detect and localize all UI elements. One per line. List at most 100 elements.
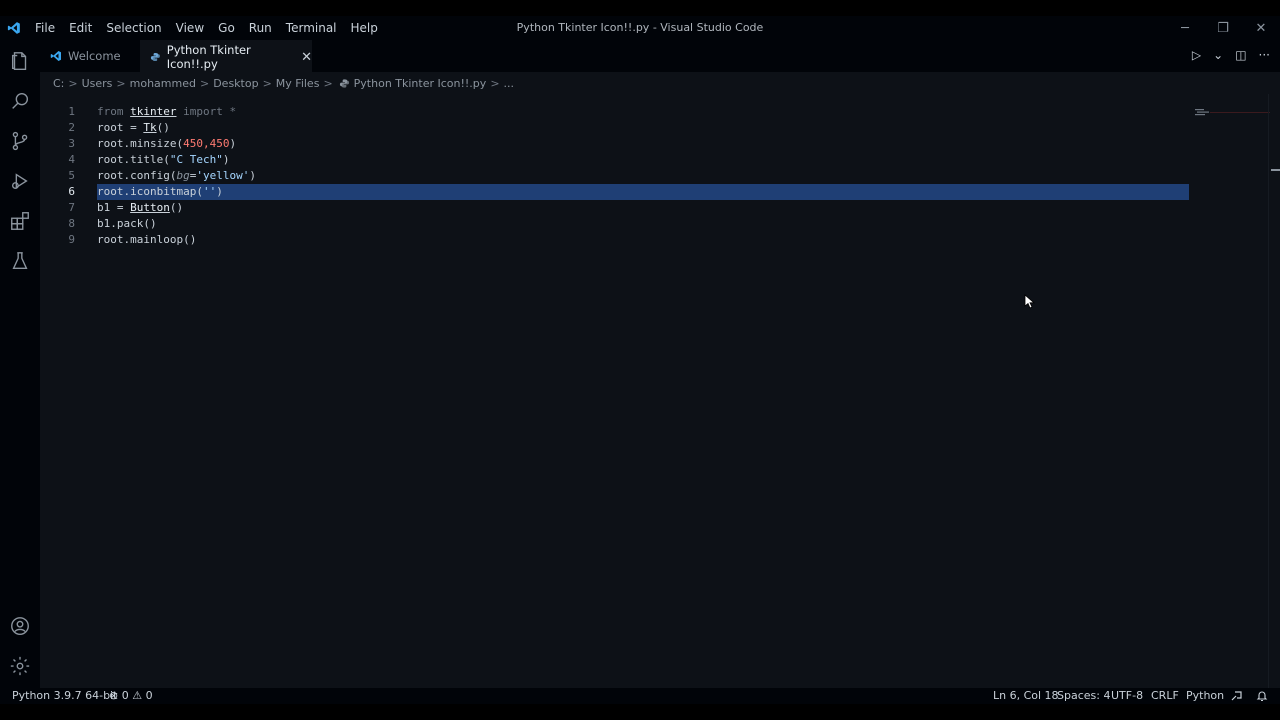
tab-label: Welcome <box>68 49 121 63</box>
warning-count: 0 <box>145 689 153 702</box>
code-token: () <box>156 121 170 134</box>
code-token: root.mainloop() <box>97 233 197 246</box>
breadcrumb-desktop[interactable]: Desktop <box>213 77 258 90</box>
code-line[interactable]: 7 b1 = Button() <box>40 200 1190 216</box>
vertical-scrollbar[interactable] <box>1268 94 1280 688</box>
breadcrumb-drive[interactable]: C: <box>53 77 64 90</box>
code-line[interactable]: 5 root.config(bg='yellow') <box>40 168 1190 184</box>
code-line[interactable]: 4 root.title("C Tech") <box>40 152 1190 168</box>
code-token: tkinter <box>130 105 177 118</box>
title-bar: File Edit Selection View Go Run Terminal… <box>0 16 1280 40</box>
code-token: root.iconbitmap( <box>97 185 203 198</box>
breadcrumb-file[interactable]: Python Tkinter Icon!!.py <box>354 77 487 90</box>
code-line[interactable]: 2 root = Tk() <box>40 120 1190 136</box>
line-number: 9 <box>68 233 75 246</box>
line-code: root.minsize(450,450) <box>97 136 236 152</box>
error-icon: ⊗ <box>109 689 119 702</box>
settings-gear-icon[interactable] <box>8 654 32 678</box>
restore-button[interactable]: ❐ <box>1204 16 1242 40</box>
activity-bar <box>0 40 40 688</box>
scroll-position-marker <box>1271 169 1280 171</box>
error-count: 0 <box>121 689 129 702</box>
vscode-logo-icon <box>7 22 20 34</box>
vscode-window: File Edit Selection View Go Run Terminal… <box>0 16 1280 704</box>
breadcrumb: C: > Users > mohammed > Desktop > My Fil… <box>40 72 1280 94</box>
line-code: b1.pack() <box>97 216 157 232</box>
code-token: import * <box>176 105 237 118</box>
run-dropdown-icon[interactable]: ⌄ <box>1213 48 1223 62</box>
code-line[interactable]: 1 from tkinter import * <box>40 104 1190 120</box>
python-interpreter[interactable]: Python 3.9.7 64-bit <box>12 688 117 704</box>
extensions-icon[interactable] <box>8 209 32 233</box>
code-editor[interactable]: 1 from tkinter import * 2 root = Tk() 3 root.… <box>40 94 1280 688</box>
code-line[interactable]: 9 root.mainloop() <box>40 232 1190 248</box>
language-mode[interactable]: Python <box>1186 688 1224 704</box>
selection-highlight <box>97 184 1189 200</box>
breadcrumb-symbols[interactable]: ... <box>504 77 515 90</box>
problems-indicator[interactable]: ⊗ 0 ⚠ 0 <box>109 688 153 704</box>
code-token: ) <box>216 185 223 198</box>
editor-actions: ▷ ⌄ ◫ ··· <box>1192 48 1270 62</box>
line-number: 4 <box>68 153 75 166</box>
tab-python-file[interactable]: Python Tkinter Icon!!.py ✕ <box>140 40 312 73</box>
code-line[interactable]: 8 b1.pack() <box>40 216 1190 232</box>
menu-file[interactable]: File <box>28 16 62 40</box>
explorer-icon[interactable] <box>8 49 32 73</box>
menu-selection[interactable]: Selection <box>99 16 168 40</box>
minimap-icon <box>1195 109 1209 116</box>
menu-edit[interactable]: Edit <box>62 16 99 40</box>
code-token: "C Tech" <box>169 153 223 166</box>
more-actions-icon[interactable]: ··· <box>1259 48 1270 62</box>
code-token: ) <box>249 169 256 182</box>
menu-help[interactable]: Help <box>344 16 385 40</box>
breadcrumb-separator: > <box>68 76 78 90</box>
line-number: 3 <box>68 137 75 150</box>
menu-run[interactable]: Run <box>242 16 279 40</box>
line-endings[interactable]: CRLF <box>1151 688 1179 704</box>
breadcrumb-separator: > <box>323 76 333 90</box>
breadcrumb-users[interactable]: Users <box>82 77 113 90</box>
line-number: 8 <box>68 217 75 230</box>
line-code: root.title("C Tech") <box>97 152 229 168</box>
search-icon[interactable] <box>8 89 32 113</box>
code-token: b1.pack() <box>97 217 157 230</box>
code-token: '' <box>202 185 217 198</box>
line-number: 6 <box>68 185 75 198</box>
python-file-icon <box>150 52 160 62</box>
python-file-icon <box>339 78 349 88</box>
menu-view[interactable]: View <box>169 16 211 40</box>
notifications-bell-icon[interactable] <box>1256 690 1268 702</box>
status-bar: Python 3.9.7 64-bit ⊗ 0 ⚠ 0 Ln 6, Col 18… <box>0 688 1280 704</box>
line-code: from tkinter import * <box>97 104 236 120</box>
testing-icon[interactable] <box>8 249 32 273</box>
code-token: () <box>169 201 184 214</box>
code-token: root.minsize( <box>97 137 184 150</box>
accounts-icon[interactable] <box>8 614 32 638</box>
code-line[interactable]: 6 root.iconbitmap('') <box>40 184 1190 200</box>
file-encoding[interactable]: UTF-8 <box>1111 688 1143 704</box>
vscode-tab-icon <box>50 51 61 61</box>
code-token: 450,450 <box>183 137 230 150</box>
indentation[interactable]: Spaces: 4 <box>1057 688 1110 704</box>
breadcrumb-user[interactable]: mohammed <box>130 77 196 90</box>
line-code: root.config(bg='yellow') <box>97 168 256 184</box>
code-token: ) <box>229 137 237 150</box>
code-token: ) <box>222 153 230 166</box>
split-editor-icon[interactable]: ◫ <box>1235 48 1246 62</box>
breadcrumb-separator: > <box>262 76 272 90</box>
code-line[interactable]: 3 root.minsize(450,450) <box>40 136 1190 152</box>
minimize-button[interactable]: ─ <box>1166 16 1204 40</box>
tab-welcome[interactable]: Welcome <box>40 40 150 72</box>
run-file-icon[interactable]: ▷ <box>1192 48 1201 62</box>
menu-terminal[interactable]: Terminal <box>279 16 344 40</box>
line-number: 1 <box>68 105 75 118</box>
feedback-icon[interactable] <box>1230 690 1243 702</box>
close-window-button[interactable]: ✕ <box>1242 16 1280 40</box>
menu-go[interactable]: Go <box>211 16 242 40</box>
source-control-icon[interactable] <box>8 129 32 153</box>
breadcrumb-folder[interactable]: My Files <box>276 77 320 90</box>
cursor-position[interactable]: Ln 6, Col 18 <box>993 688 1059 704</box>
run-debug-icon[interactable] <box>8 169 32 193</box>
code-token: root.config( <box>97 169 177 182</box>
close-tab-icon[interactable]: ✕ <box>301 50 312 65</box>
